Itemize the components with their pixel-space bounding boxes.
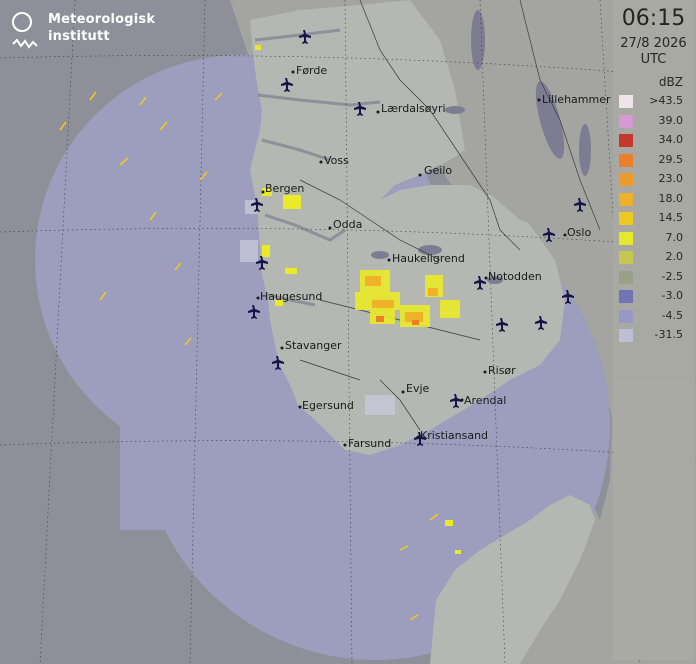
date-label: 27/8 2026 <box>620 36 687 51</box>
city-label[interactable]: Notodden <box>488 270 542 283</box>
legend-swatch <box>619 114 633 128</box>
timezone-label: UTC <box>640 52 667 67</box>
legend-row: >43.5 <box>619 92 691 112</box>
legend-swatch <box>619 134 633 147</box>
city-label[interactable]: Bergen <box>265 182 304 195</box>
legend-swatch <box>619 231 633 245</box>
met-logo-icon <box>12 12 32 32</box>
legend-label: -2.5 <box>661 269 683 283</box>
legend-row: 18.0 <box>619 190 691 210</box>
legend-row: 2.0 <box>619 248 691 268</box>
city-label[interactable]: Førde <box>296 64 327 77</box>
radar-map[interactable]: Førde Lærdalsøyri Lillehammer Voss Geilo… <box>0 0 696 664</box>
city-label[interactable]: Voss <box>324 154 349 167</box>
legend-label: -31.5 <box>654 328 683 341</box>
legend-row: 34.0 <box>619 131 691 151</box>
legend-row: 29.5 <box>619 151 691 171</box>
city-label[interactable]: Haukeligrend <box>392 252 465 265</box>
legend-swatch <box>619 290 633 303</box>
legend-swatch <box>619 95 633 108</box>
color-legend: >43.5 39.0 34.0 29.5 23.0 18.0 14.5 7.0 2.0 -2.5 -… <box>619 92 691 346</box>
legend-row: 39.0 <box>619 112 691 132</box>
met-logo[interactable]: Meteorologisk institutt <box>12 10 162 54</box>
legend-swatch <box>619 153 633 167</box>
legend-label: -4.5 <box>661 308 683 322</box>
city-label[interactable]: Egersund <box>302 399 354 412</box>
city-label[interactable]: Haugesund <box>260 290 322 303</box>
legend-label: 14.5 <box>658 211 684 224</box>
logo-text-line1: Meteorologisk <box>48 12 156 27</box>
legend-label: 18.0 <box>658 191 684 205</box>
legend-swatch <box>619 309 633 323</box>
city-label[interactable]: Odda <box>333 218 362 231</box>
legend-label: 7.0 <box>665 230 684 244</box>
city-label[interactable]: Kristiansand <box>420 429 488 442</box>
legend-swatch <box>619 329 633 342</box>
legend-swatch <box>619 270 633 284</box>
legend-label: 23.0 <box>658 172 684 185</box>
logo-text-line2: institutt <box>48 29 110 44</box>
city-label[interactable]: Arendal <box>464 394 506 407</box>
legend-row: -2.5 <box>619 268 691 288</box>
legend-label: 34.0 <box>658 133 684 146</box>
city-label[interactable]: Lærdalsøyri <box>381 102 446 115</box>
legend-swatch <box>619 173 633 186</box>
wave-icon <box>12 38 38 49</box>
time-label: 06:15 <box>621 6 686 31</box>
city-label[interactable]: Oslo <box>567 226 591 239</box>
legend-label: -3.0 <box>661 289 683 302</box>
legend-swatch <box>619 251 633 264</box>
legend-label: >43.5 <box>649 94 683 107</box>
city-label[interactable]: Geilo <box>424 164 452 177</box>
legend-row: -31.5 <box>619 326 691 346</box>
legend-panel: 06:15 27/8 2026 UTC dBZ >43.5 39.0 34.0 29.… <box>613 0 694 660</box>
city-label[interactable]: Evje <box>406 382 430 395</box>
legend-row: -3.0 <box>619 287 691 307</box>
city-label[interactable]: Lillehammer <box>542 93 611 106</box>
city-label[interactable]: Farsund <box>348 437 391 450</box>
legend-row: -4.5 <box>619 307 691 327</box>
legend-row: 23.0 <box>619 170 691 190</box>
legend-row: 7.0 <box>619 229 691 249</box>
legend-swatch <box>619 212 633 225</box>
city-label[interactable]: Stavanger <box>285 339 342 352</box>
legend-swatch <box>619 192 633 206</box>
legend-row: 14.5 <box>619 209 691 229</box>
legend-label: 29.5 <box>658 152 684 166</box>
legend-label: 2.0 <box>665 250 684 263</box>
city-label[interactable]: Risør <box>488 364 516 377</box>
legend-label: 39.0 <box>658 113 684 127</box>
unit-label: dBZ <box>658 75 683 89</box>
